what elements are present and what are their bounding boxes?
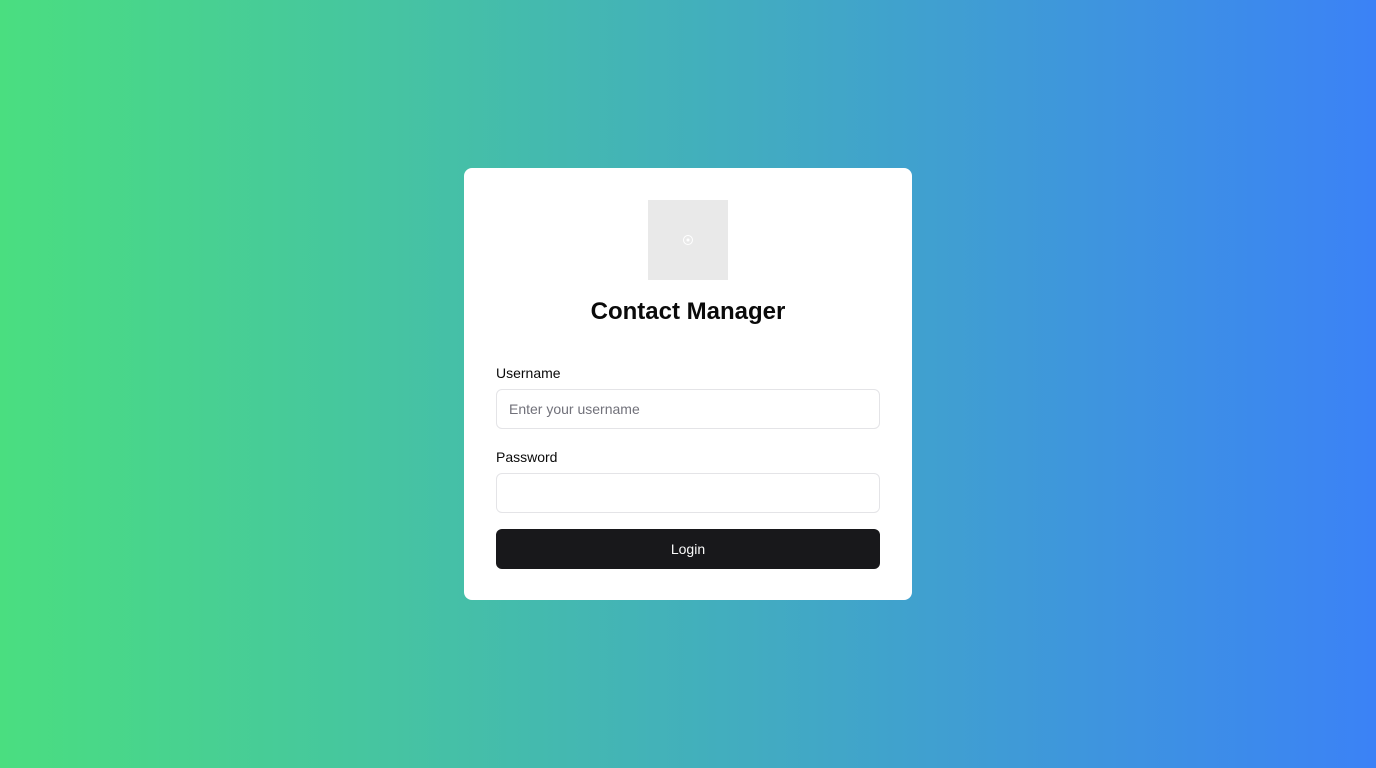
password-input[interactable] [496, 473, 880, 513]
password-label: Password [496, 449, 558, 465]
password-field-group: Password [496, 449, 880, 513]
logo-image [648, 200, 728, 280]
login-card: Contact Manager Username Password Login [464, 168, 912, 600]
login-button[interactable]: Login [496, 529, 880, 569]
page-title: Contact Manager [590, 298, 786, 325]
username-field-group: Username [496, 365, 880, 429]
login-form: Username Password Login [496, 365, 880, 569]
username-input[interactable] [496, 389, 880, 429]
username-label: Username [496, 365, 561, 381]
broken-image-icon [683, 235, 693, 245]
